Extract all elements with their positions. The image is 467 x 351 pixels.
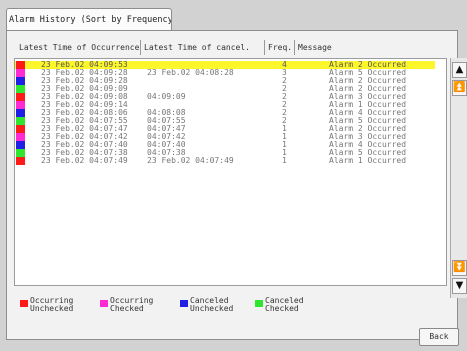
column-header-occurrence[interactable]: Latest Time of Occurrence: [16, 40, 140, 55]
legend-label-line2: Checked: [265, 304, 299, 313]
arrow-up-icon[interactable]: ▲: [452, 62, 467, 78]
double-arrow-up-icon[interactable]: ⏫: [452, 80, 467, 96]
tab-alarm-history[interactable]: Alarm History (Sort by Frequency): [6, 8, 172, 30]
status-swatch: [16, 93, 25, 101]
legend-swatch: [100, 300, 108, 307]
legend-swatch: [255, 300, 263, 307]
status-swatch: [16, 101, 25, 109]
cancel-cell: 23 Feb.02 04:08:28: [147, 68, 234, 77]
column-header-freq[interactable]: Freq.: [264, 40, 294, 55]
status-swatch: [16, 117, 25, 125]
column-header-cancel[interactable]: Latest Time of cancel.: [140, 40, 264, 55]
status-swatch: [16, 69, 25, 77]
legend-label-line2: Checked: [110, 304, 144, 313]
alarm-rows: 23 Feb.02 04:09:53 4 Alarm 2 Occurred 23 Fe…: [15, 61, 435, 165]
status-swatch: [16, 85, 25, 93]
column-header: Latest Time of Occurrence Latest Time of…: [16, 38, 448, 55]
legend-label: Occurring Unchecked: [30, 297, 73, 313]
legend-label: Occurring Checked: [110, 297, 153, 313]
cancel-cell: 23 Feb.02 04:07:49: [147, 156, 234, 165]
column-header-message[interactable]: Message: [294, 40, 448, 55]
occurrence-cell: 23 Feb.02 04:07:49: [41, 156, 128, 165]
cancel-cell: 04:09:09: [147, 92, 186, 101]
alarm-history-screen: Alarm History (Sort by Frequency) Latest…: [0, 0, 467, 351]
scrollbar[interactable]: ▲ ⏫ ⏬ ▼: [450, 58, 467, 298]
message-cell: Alarm 1 Occurred: [329, 156, 407, 165]
back-button[interactable]: Back: [419, 328, 459, 346]
status-swatch: [16, 109, 25, 117]
status-swatch: [16, 61, 25, 69]
legend-swatch: [180, 300, 188, 307]
status-swatch: [16, 125, 25, 133]
status-swatch: [16, 141, 25, 149]
legend-label-line2: Unchecked: [190, 304, 234, 313]
legend-swatch: [20, 300, 28, 307]
status-legend: Occurring Unchecked Occurring Checked Cancel…: [20, 297, 320, 321]
status-swatch: [16, 77, 25, 85]
table-row[interactable]: 23 Feb.02 04:07:49 23 Feb.02 04:07:49 1 Ala…: [15, 157, 435, 165]
status-swatch: [16, 149, 25, 157]
legend-label-line2: Unchecked: [30, 304, 74, 313]
status-swatch: [16, 133, 25, 141]
legend-label: Canceled Unchecked: [190, 297, 233, 313]
freq-cell: 1: [282, 156, 287, 165]
status-swatch: [16, 157, 25, 165]
double-arrow-down-icon[interactable]: ⏬: [452, 260, 467, 276]
legend-label: Canceled Checked: [265, 297, 304, 313]
arrow-down-icon[interactable]: ▼: [452, 278, 467, 294]
alarm-list[interactable]: 23 Feb.02 04:09:53 4 Alarm 2 Occurred 23 Fe…: [14, 58, 447, 286]
